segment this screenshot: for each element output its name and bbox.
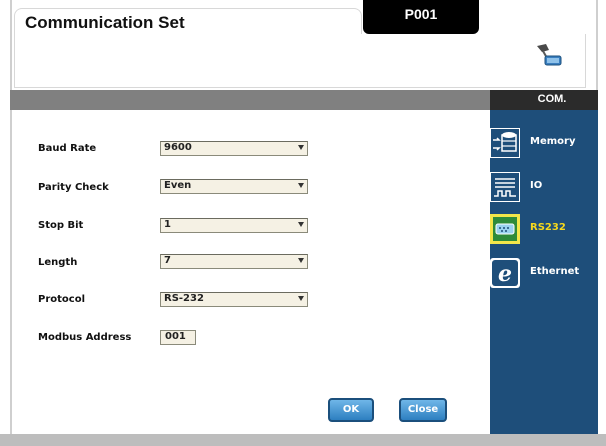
parity-check-value: Even [164, 180, 192, 191]
chevron-down-icon [298, 296, 304, 301]
sidebar-item-rs232[interactable]: RS232 [490, 212, 598, 246]
modbus-address-label: Modbus Address [38, 332, 132, 343]
svg-text:e: e [498, 261, 512, 287]
parity-check-label: Parity Check [38, 182, 109, 193]
sidebar-item-label: Ethernet [530, 266, 580, 277]
sidebar-item-io[interactable]: IO [490, 170, 598, 204]
baud-rate-value: 9600 [164, 142, 192, 153]
modbus-address-input[interactable]: 001 [160, 330, 196, 345]
stop-bit-select[interactable]: 1 [160, 218, 308, 233]
ok-button[interactable]: OK [328, 398, 374, 422]
stop-bit-label: Stop Bit [38, 220, 84, 231]
length-value: 7 [164, 255, 171, 266]
sidebar-item-label: RS232 [530, 222, 566, 233]
bottom-bar [0, 434, 606, 446]
memory-icon [490, 128, 520, 158]
chevron-down-icon [298, 183, 304, 188]
form-area [12, 110, 490, 434]
chevron-down-icon [298, 222, 304, 227]
protocol-select[interactable]: RS-232 [160, 292, 308, 307]
stop-bit-value: 1 [164, 219, 171, 230]
sidebar-item-label: Memory [530, 136, 576, 147]
close-button[interactable]: Close [399, 398, 447, 422]
ethernet-icon: e [490, 258, 520, 288]
page-id-tab: P001 [363, 0, 479, 34]
parity-check-select[interactable]: Even [160, 179, 308, 194]
window-title: Communication Set [25, 13, 185, 32]
modbus-address-value: 001 [165, 331, 186, 342]
length-select[interactable]: 7 [160, 254, 308, 269]
header-panel [14, 34, 586, 88]
rs232-connector-icon [537, 44, 562, 66]
protocol-value: RS-232 [164, 293, 204, 304]
sidebar-item-memory[interactable]: Memory [490, 126, 598, 160]
baud-rate-label: Baud Rate [38, 143, 97, 154]
io-icon [490, 172, 520, 202]
chevron-down-icon [298, 258, 304, 263]
title-bar: Communication Set [14, 8, 362, 34]
rs232-icon [490, 214, 520, 244]
sidebar-item-ethernet[interactable]: e Ethernet [490, 256, 598, 290]
length-label: Length [38, 257, 78, 268]
protocol-label: Protocol [38, 294, 86, 305]
baud-rate-select[interactable]: 9600 [160, 141, 308, 156]
page-id-label: P001 [404, 6, 438, 22]
chevron-down-icon [298, 145, 304, 150]
section-label: COM. [537, 93, 567, 105]
sidebar-item-label: IO [530, 180, 543, 191]
